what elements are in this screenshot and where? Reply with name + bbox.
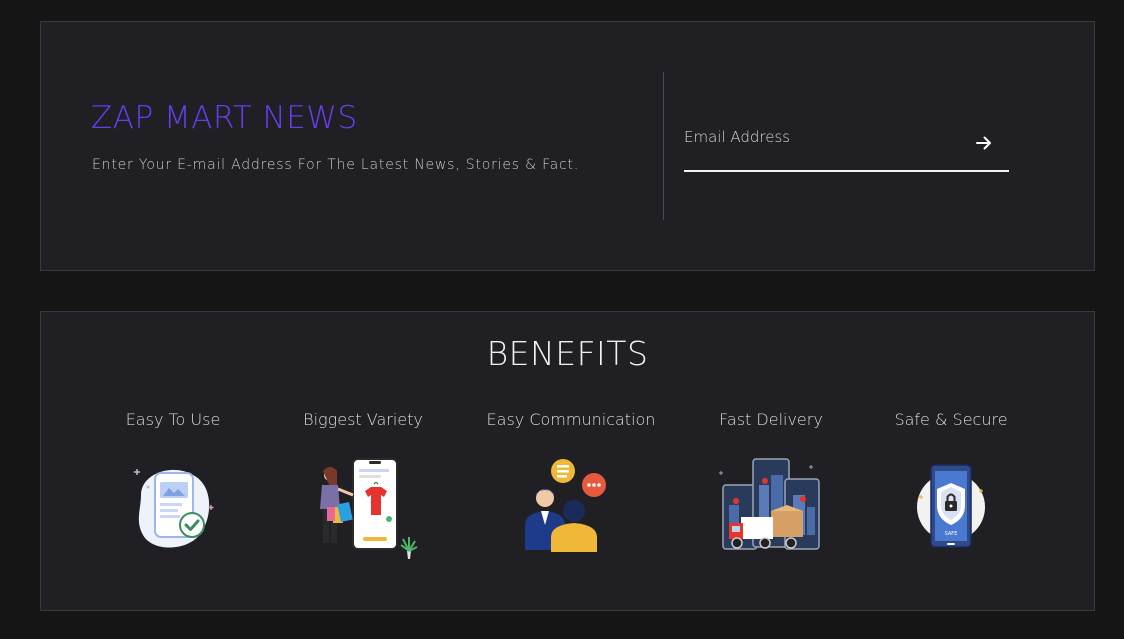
benefit-easy-to-use: Easy To Use [73, 410, 273, 565]
newsletter-subtitle: Enter Your E-mail Address For The Latest… [92, 157, 580, 173]
benefits-section: BENEFITS Easy To Use Biggest Variety Eas… [40, 311, 1095, 611]
vertical-divider [663, 72, 664, 220]
email-form [684, 120, 1009, 172]
benefit-biggest-variety: Biggest Variety [263, 410, 463, 565]
benefit-label: Easy To Use [125, 410, 221, 429]
secure-phone-icon: SAFE [917, 464, 985, 548]
benefit-label: Fast Delivery [719, 410, 823, 429]
benefit-label: Easy Communication [486, 410, 656, 429]
newsletter-section: ZAP MART NEWS Enter Your E-mail Address … [40, 21, 1095, 271]
benefits-title: BENEFITS [486, 334, 649, 373]
benefit-easy-communication: Easy Communication [471, 410, 671, 565]
benefit-label: Biggest Variety [303, 410, 423, 429]
arrow-right-icon[interactable] [975, 134, 993, 152]
benefit-label: Safe & Secure [894, 410, 1008, 429]
benefit-safe-secure: Safe & Secure SAFE [851, 410, 1051, 565]
benefit-fast-delivery: Fast Delivery [671, 410, 871, 565]
email-input[interactable] [684, 120, 964, 154]
newsletter-title: ZAP MART NEWS [91, 100, 358, 136]
phone-check-icon [134, 469, 214, 548]
delivery-truck-icon [719, 458, 820, 550]
svg-text:SAFE: SAFE [945, 531, 958, 537]
chat-people-icon [525, 459, 606, 552]
shopping-variety-icon [320, 458, 418, 559]
